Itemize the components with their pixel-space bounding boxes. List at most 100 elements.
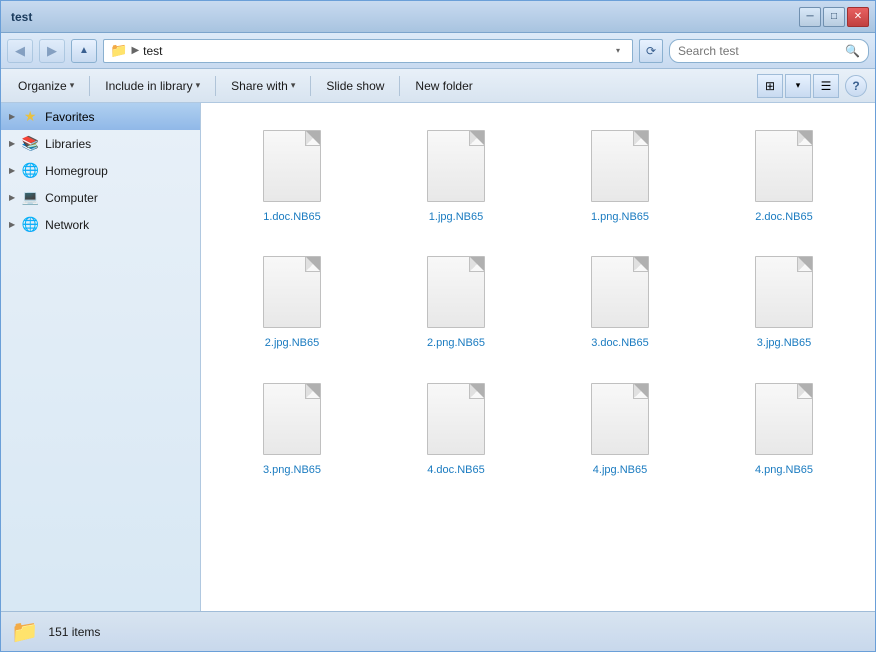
close-button[interactable]: ✕: [847, 7, 869, 27]
path-folder-icon: 📁: [110, 42, 127, 59]
view-details-button[interactable]: ☰: [813, 74, 839, 98]
toolbar-separator-3: [310, 76, 311, 96]
toolbar-separator-1: [89, 76, 90, 96]
file-icon-wrapper: [585, 379, 655, 459]
document-icon: [755, 130, 813, 202]
help-button[interactable]: ?: [845, 75, 867, 97]
minimize-button[interactable]: ─: [799, 7, 821, 27]
file-name: 2.doc.NB65: [755, 210, 812, 224]
document-icon: [427, 383, 485, 455]
file-item[interactable]: 2.png.NB65: [379, 243, 533, 359]
status-bar: 📁 151 items: [1, 611, 875, 651]
file-item[interactable]: 3.png.NB65: [215, 370, 369, 486]
include-dropdown-icon: ▾: [196, 80, 201, 91]
share-with-label: Share with: [231, 79, 288, 93]
file-name: 1.jpg.NB65: [429, 210, 483, 224]
sidebar-item-favorites[interactable]: ▶ ★ Favorites: [1, 103, 200, 130]
document-icon: [263, 130, 321, 202]
path-bar[interactable]: 📁 ▶ test ▾: [103, 39, 633, 63]
sidebar-item-network[interactable]: ▶ 🌐 Network: [1, 211, 200, 238]
homegroup-icon: 🌐: [21, 162, 39, 179]
path-separator: ▶: [131, 45, 139, 56]
organize-button[interactable]: Organize ▾: [9, 73, 83, 99]
libraries-label: Libraries: [45, 137, 91, 151]
search-icon: 🔍: [845, 44, 860, 58]
file-item[interactable]: 3.doc.NB65: [543, 243, 697, 359]
file-name: 3.jpg.NB65: [757, 336, 811, 350]
favorites-icon: ★: [21, 108, 39, 125]
toolbar-separator-2: [215, 76, 216, 96]
file-icon-wrapper: [749, 252, 819, 332]
file-item[interactable]: 3.jpg.NB65: [707, 243, 861, 359]
document-icon: [591, 130, 649, 202]
file-name: 1.png.NB65: [591, 210, 649, 224]
slide-show-label: Slide show: [326, 79, 384, 93]
refresh-button[interactable]: ⟳: [639, 39, 663, 63]
file-icon-wrapper: [585, 252, 655, 332]
path-text: test: [143, 44, 162, 58]
share-dropdown-icon: ▾: [291, 80, 296, 91]
title-bar: test ─ □ ✕: [1, 1, 875, 33]
sidebar-item-libraries[interactable]: ▶ 📚 Libraries: [1, 130, 200, 157]
document-icon: [263, 256, 321, 328]
content-area[interactable]: 1.doc.NB65 1.jpg.NB65 1.png.NB65 2.doc.NB65…: [201, 103, 875, 611]
libraries-icon: 📚: [21, 135, 39, 152]
slide-show-button[interactable]: Slide show: [317, 73, 393, 99]
up-button[interactable]: ▲: [71, 39, 97, 63]
document-icon: [591, 383, 649, 455]
file-icon-wrapper: [421, 379, 491, 459]
favorites-expand-icon: ▶: [9, 112, 15, 121]
new-folder-button[interactable]: New folder: [406, 73, 481, 99]
file-icon-wrapper: [257, 252, 327, 332]
computer-label: Computer: [45, 191, 98, 205]
file-name: 1.doc.NB65: [263, 210, 320, 224]
file-item[interactable]: 1.jpg.NB65: [379, 117, 533, 233]
file-icon-wrapper: [257, 379, 327, 459]
file-icon-wrapper: [749, 126, 819, 206]
view-controls: ⊞ ▾ ☰ ?: [757, 74, 867, 98]
search-box[interactable]: 🔍: [669, 39, 869, 63]
sidebar: ▶ ★ Favorites ▶ 📚 Libraries ▶ 🌐 Homegrou…: [1, 103, 201, 611]
sidebar-item-homegroup[interactable]: ▶ 🌐 Homegroup: [1, 157, 200, 184]
forward-button[interactable]: ▶: [39, 39, 65, 63]
file-name: 4.png.NB65: [755, 463, 813, 477]
file-item[interactable]: 4.png.NB65: [707, 370, 861, 486]
document-icon: [755, 383, 813, 455]
include-in-label: Include in library: [105, 79, 192, 93]
toolbar-separator-4: [399, 76, 400, 96]
back-button[interactable]: ◀: [7, 39, 33, 63]
search-input[interactable]: [678, 44, 841, 58]
network-icon: 🌐: [21, 216, 39, 233]
libraries-expand-icon: ▶: [9, 139, 15, 148]
document-icon: [263, 383, 321, 455]
item-count: 151 items: [48, 625, 100, 639]
homegroup-expand-icon: ▶: [9, 166, 15, 175]
maximize-button[interactable]: □: [823, 7, 845, 27]
file-item[interactable]: 2.doc.NB65: [707, 117, 861, 233]
window-title: test: [7, 10, 799, 24]
file-item[interactable]: 4.jpg.NB65: [543, 370, 697, 486]
organize-label: Organize: [18, 79, 67, 93]
files-grid: 1.doc.NB65 1.jpg.NB65 1.png.NB65 2.doc.NB65…: [211, 113, 865, 490]
file-name: 4.doc.NB65: [427, 463, 484, 477]
file-icon-wrapper: [585, 126, 655, 206]
organize-dropdown-icon: ▾: [70, 80, 75, 91]
file-item[interactable]: 2.jpg.NB65: [215, 243, 369, 359]
include-in-library-button[interactable]: Include in library ▾: [96, 73, 209, 99]
share-with-button[interactable]: Share with ▾: [222, 73, 304, 99]
new-folder-label: New folder: [415, 79, 472, 93]
view-dropdown-button[interactable]: ▾: [785, 74, 811, 98]
document-icon: [427, 256, 485, 328]
file-item[interactable]: 1.png.NB65: [543, 117, 697, 233]
view-large-icon-button[interactable]: ⊞: [757, 74, 783, 98]
file-item[interactable]: 1.doc.NB65: [215, 117, 369, 233]
sidebar-item-computer[interactable]: ▶ 💻 Computer: [1, 184, 200, 211]
computer-icon: 💻: [21, 189, 39, 206]
toolbar: Organize ▾ Include in library ▾ Share wi…: [1, 69, 875, 103]
network-label: Network: [45, 218, 89, 232]
file-name: 2.jpg.NB65: [265, 336, 319, 350]
favorites-label: Favorites: [45, 110, 94, 124]
path-dropdown-arrow[interactable]: ▾: [610, 43, 626, 59]
file-name: 4.jpg.NB65: [593, 463, 647, 477]
file-item[interactable]: 4.doc.NB65: [379, 370, 533, 486]
